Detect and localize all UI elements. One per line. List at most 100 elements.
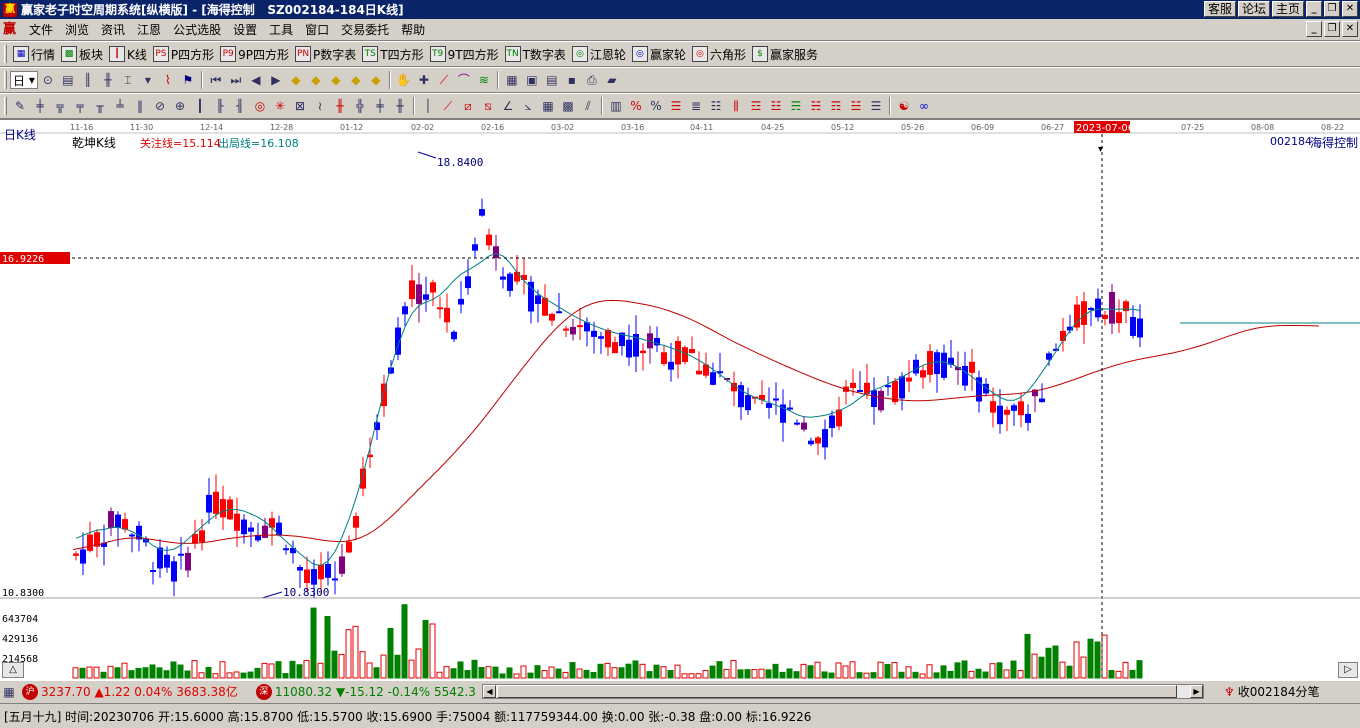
menu-trade[interactable]: 交易委托 <box>335 20 395 40</box>
channel-icon[interactable]: ≋ <box>475 71 493 89</box>
ruler-icon[interactable]: ▥ <box>607 97 625 115</box>
hand-icon[interactable]: ✋ <box>395 71 413 89</box>
expand-up-icon[interactable]: △ <box>2 662 24 678</box>
calc-icon[interactable]: ▣ <box>523 71 541 89</box>
winner-service-button[interactable]: $ 赢家服务 <box>749 43 821 65</box>
minimize-button[interactable]: _ <box>1306 1 1322 17</box>
first-icon[interactable]: ⏮ <box>207 71 225 89</box>
gann-wheel-button[interactable]: ◎ 江恩轮 <box>569 43 629 65</box>
vertical-lines-icon[interactable]: ┃ <box>191 97 209 115</box>
grid-2-icon[interactable]: ▦ <box>539 97 557 115</box>
horizontal-scrollbar[interactable]: ◀ ▶ <box>481 684 1204 699</box>
pencil-icon[interactable]: ✎ <box>11 97 29 115</box>
menu-settings[interactable]: 设置 <box>227 20 263 40</box>
winner-wheel-button[interactable]: ◎ 赢家轮 <box>629 43 689 65</box>
bars-icon[interactable]: ║ <box>79 71 97 89</box>
level-3-icon[interactable]: ☷ <box>707 97 725 115</box>
bars-3-icon[interactable]: ╢ <box>231 97 249 115</box>
wave-icon[interactable]: ≀ <box>311 97 329 115</box>
panel-toggle-icon[interactable]: ▷ <box>1338 662 1358 678</box>
menu-news[interactable]: 资讯 <box>95 20 131 40</box>
line-1-icon[interactable]: │ <box>419 97 437 115</box>
p-square-button[interactable]: PS P四方形 <box>150 43 217 65</box>
zigzag-icon[interactable]: ⌇ <box>159 71 177 89</box>
hexagon-button[interactable]: ◎ 六角形 <box>689 43 749 65</box>
print-icon[interactable]: ⎙ <box>583 71 601 89</box>
trend-3-icon[interactable]: ⧅ <box>479 97 497 115</box>
level-4-icon[interactable]: ⫼ <box>727 97 745 115</box>
fork-3-icon[interactable]: ╥ <box>91 97 109 115</box>
kline-button[interactable]: ┃ K线 <box>106 43 150 65</box>
flag-icon[interactable]: ⚑ <box>179 71 197 89</box>
child-close-button[interactable]: ✕ <box>1342 21 1358 37</box>
spiral-icon[interactable]: ◎ <box>251 97 269 115</box>
level-6-icon[interactable]: ☳ <box>767 97 785 115</box>
table-icon[interactable]: ▤ <box>543 71 561 89</box>
sectors-button[interactable]: ▩ 板块 <box>58 43 106 65</box>
trend-1-icon[interactable]: ⟋ <box>439 97 457 115</box>
calendar-icon[interactable]: ▦ <box>503 71 521 89</box>
diamond-2-icon[interactable]: ◆ <box>307 71 325 89</box>
level-2-icon[interactable]: ≣ <box>687 97 705 115</box>
bold-icon[interactable]: ‖ <box>131 97 149 115</box>
yin-yang-icon[interactable]: ☯ <box>895 97 913 115</box>
diamond-3-icon[interactable]: ◆ <box>327 71 345 89</box>
cross-grid-icon[interactable]: ⊠ <box>291 97 309 115</box>
arc-icon[interactable]: ⌒ <box>455 71 473 89</box>
cycle-1-icon[interactable]: ╫ <box>331 97 349 115</box>
prev-icon[interactable]: ◀ <box>247 71 265 89</box>
kline-chart[interactable]: 11-16 11-30 12-14 12-28 01-12 02-02 02-16 03-02… <box>0 119 1360 680</box>
diamond-5-icon[interactable]: ◆ <box>367 71 385 89</box>
p9-square-button[interactable]: P9 9P四方形 <box>217 43 292 65</box>
truck-icon[interactable]: ▰ <box>603 71 621 89</box>
menu-tools[interactable]: 工具 <box>263 20 299 40</box>
t-table-button[interactable]: TN T数字表 <box>502 43 569 65</box>
fork-2-icon[interactable]: ╤ <box>71 97 89 115</box>
fork-1-icon[interactable]: ╦ <box>51 97 69 115</box>
child-minimize-button[interactable]: _ <box>1306 21 1322 37</box>
scroll-thumb[interactable] <box>496 685 1177 698</box>
candle-type-icon[interactable]: ╫ <box>99 71 117 89</box>
child-restore-button[interactable]: ❐ <box>1324 21 1340 37</box>
line-draw-icon[interactable]: ⟋ <box>435 71 453 89</box>
level-5-icon[interactable]: ☲ <box>747 97 765 115</box>
fan-icon[interactable]: ⊘ <box>151 97 169 115</box>
level-1-icon[interactable]: ☰ <box>667 97 685 115</box>
percent-2-icon[interactable]: % <box>647 97 665 115</box>
indicator-icon[interactable]: ⌶ <box>119 71 137 89</box>
t9-square-button[interactable]: T9 9T四方形 <box>427 43 502 65</box>
level-11-icon[interactable]: ☰ <box>867 97 885 115</box>
circle-grid-icon[interactable]: ⊕ <box>171 97 189 115</box>
forum-link[interactable]: 论坛 <box>1237 1 1270 17</box>
diamond-1-icon[interactable]: ◆ <box>287 71 305 89</box>
parallel-icon[interactable]: ⫽ <box>579 97 597 115</box>
menu-file[interactable]: 文件 <box>23 20 59 40</box>
fan-3-icon[interactable]: ⦣ <box>519 97 537 115</box>
percent-1-icon[interactable]: % <box>627 97 645 115</box>
trend-2-icon[interactable]: ⧄ <box>459 97 477 115</box>
level-7-icon[interactable]: ☴ <box>787 97 805 115</box>
fan-2-icon[interactable]: ∠ <box>499 97 517 115</box>
grid-lines-icon[interactable]: ╪ <box>31 97 49 115</box>
star-icon[interactable]: ✳ <box>271 97 289 115</box>
level-10-icon[interactable]: ☱ <box>847 97 865 115</box>
close-button[interactable]: ✕ <box>1342 1 1358 17</box>
dropdown-icon[interactable]: ▾ <box>139 71 157 89</box>
next-icon[interactable]: ▶ <box>267 71 285 89</box>
menu-window[interactable]: 窗口 <box>299 20 335 40</box>
home-link[interactable]: 主页 <box>1271 1 1304 17</box>
infinity-icon[interactable]: ∞ <box>915 97 933 115</box>
menu-formula[interactable]: 公式选股 <box>167 20 227 40</box>
menu-gann[interactable]: 江恩 <box>131 20 167 40</box>
scroll-left-icon[interactable]: ◀ <box>482 685 496 698</box>
cycle-2-icon[interactable]: ╬ <box>351 97 369 115</box>
bars-2-icon[interactable]: ╟ <box>211 97 229 115</box>
crosshair-icon[interactable]: ✚ <box>415 71 433 89</box>
menu-help[interactable]: 帮助 <box>395 20 431 40</box>
diamond-4-icon[interactable]: ◆ <box>347 71 365 89</box>
t-square-button[interactable]: TS T四方形 <box>359 43 426 65</box>
quotes-button[interactable]: ▦ 行情 <box>10 43 58 65</box>
fork-4-icon[interactable]: ╧ <box>111 97 129 115</box>
grid-icon[interactable]: ▦ <box>1 683 17 701</box>
menu-browse[interactable]: 浏览 <box>59 20 95 40</box>
